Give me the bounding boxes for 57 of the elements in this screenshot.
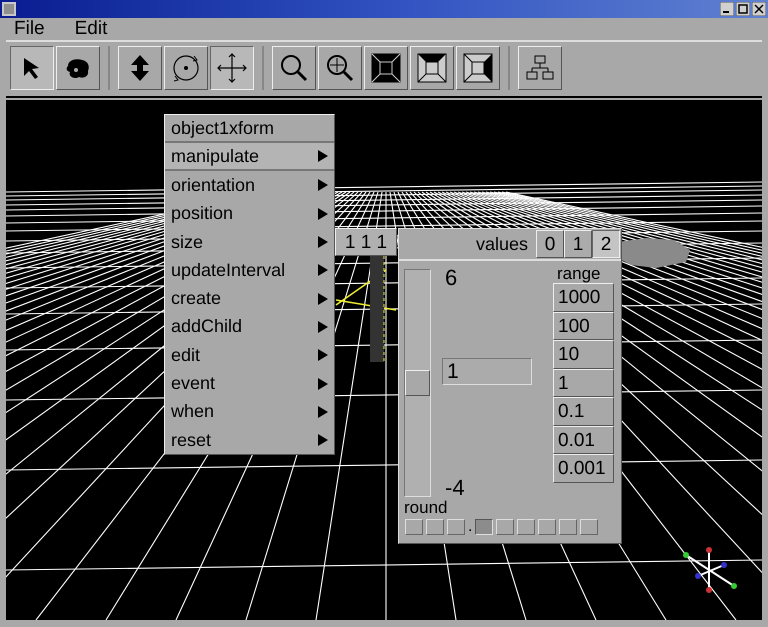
- menu-item[interactable]: size: [165, 228, 334, 256]
- submenu-arrow-icon: [318, 292, 328, 305]
- minimize-icon[interactable]: [720, 2, 734, 16]
- submenu-arrow-icon: [318, 208, 328, 220]
- submenu-arrow-icon: [318, 349, 328, 362]
- range-button[interactable]: 0.01: [553, 426, 614, 454]
- toolbar-button[interactable]: [10, 46, 54, 90]
- range-button[interactable]: 10: [553, 340, 614, 368]
- range-button[interactable]: 0.1: [553, 397, 614, 426]
- range-button[interactable]: 1000: [553, 283, 614, 312]
- min-value: -4: [445, 474, 465, 500]
- decimal-point: .: [468, 519, 472, 535]
- size-value-button[interactable]: 1 1 1: [335, 228, 397, 256]
- window-menu-icon[interactable]: [2, 2, 16, 16]
- submenu-arrow-icon: [318, 406, 328, 418]
- toolbar-button[interactable]: [210, 46, 254, 90]
- range-button[interactable]: 0.001: [553, 454, 614, 482]
- menu-item[interactable]: manipulate: [165, 143, 334, 172]
- box-side-view-icon: [462, 52, 494, 84]
- four-way-arrow-icon: [216, 52, 248, 84]
- menu-item[interactable]: event: [165, 369, 334, 398]
- submenu-arrow-icon: [318, 150, 328, 162]
- menu-item[interactable]: create: [165, 284, 334, 313]
- menu-item[interactable]: position: [165, 200, 334, 228]
- menu-item[interactable]: reset: [165, 426, 334, 454]
- close-icon[interactable]: [752, 2, 766, 16]
- submenu-arrow-icon: [318, 378, 328, 390]
- max-value: 6: [445, 264, 458, 292]
- submenu-arrow-icon: [318, 236, 328, 248]
- value-tab[interactable]: 0: [536, 230, 564, 258]
- magnifier-cross-icon: [324, 52, 356, 84]
- value-tab[interactable]: 1: [564, 230, 592, 258]
- magnifier-icon: [278, 52, 310, 84]
- menu-item[interactable]: File: [14, 14, 45, 44]
- slider-track[interactable]: [404, 269, 431, 497]
- submenu-arrow-icon: [318, 320, 328, 333]
- submenu-arrow-icon: [318, 434, 328, 446]
- maximize-icon[interactable]: [736, 2, 750, 16]
- value-tab[interactable]: 2: [592, 230, 620, 258]
- round-label: round: [404, 497, 448, 519]
- range-button[interactable]: 100: [553, 312, 614, 340]
- box-front-view-icon: [370, 52, 402, 84]
- menu-item[interactable]: updateInterval: [165, 256, 334, 284]
- panel-title: values: [476, 232, 528, 256]
- menu-item[interactable]: Edit: [74, 14, 108, 44]
- round-digit-button[interactable]: [475, 519, 494, 535]
- box-top-view-icon: [416, 52, 448, 84]
- menu-item[interactable]: edit: [165, 341, 334, 370]
- slider-thumb[interactable]: [405, 370, 430, 396]
- range-button[interactable]: 1: [553, 368, 614, 397]
- menu-item[interactable]: orientation: [165, 171, 334, 200]
- submenu-arrow-icon: [318, 179, 328, 192]
- range-label: range: [557, 263, 600, 285]
- submenu-arrow-icon: [318, 264, 328, 276]
- menu-item[interactable]: addChild: [165, 312, 334, 342]
- menu-item[interactable]: when: [165, 398, 334, 426]
- value-input-field[interactable]: 1: [442, 358, 532, 385]
